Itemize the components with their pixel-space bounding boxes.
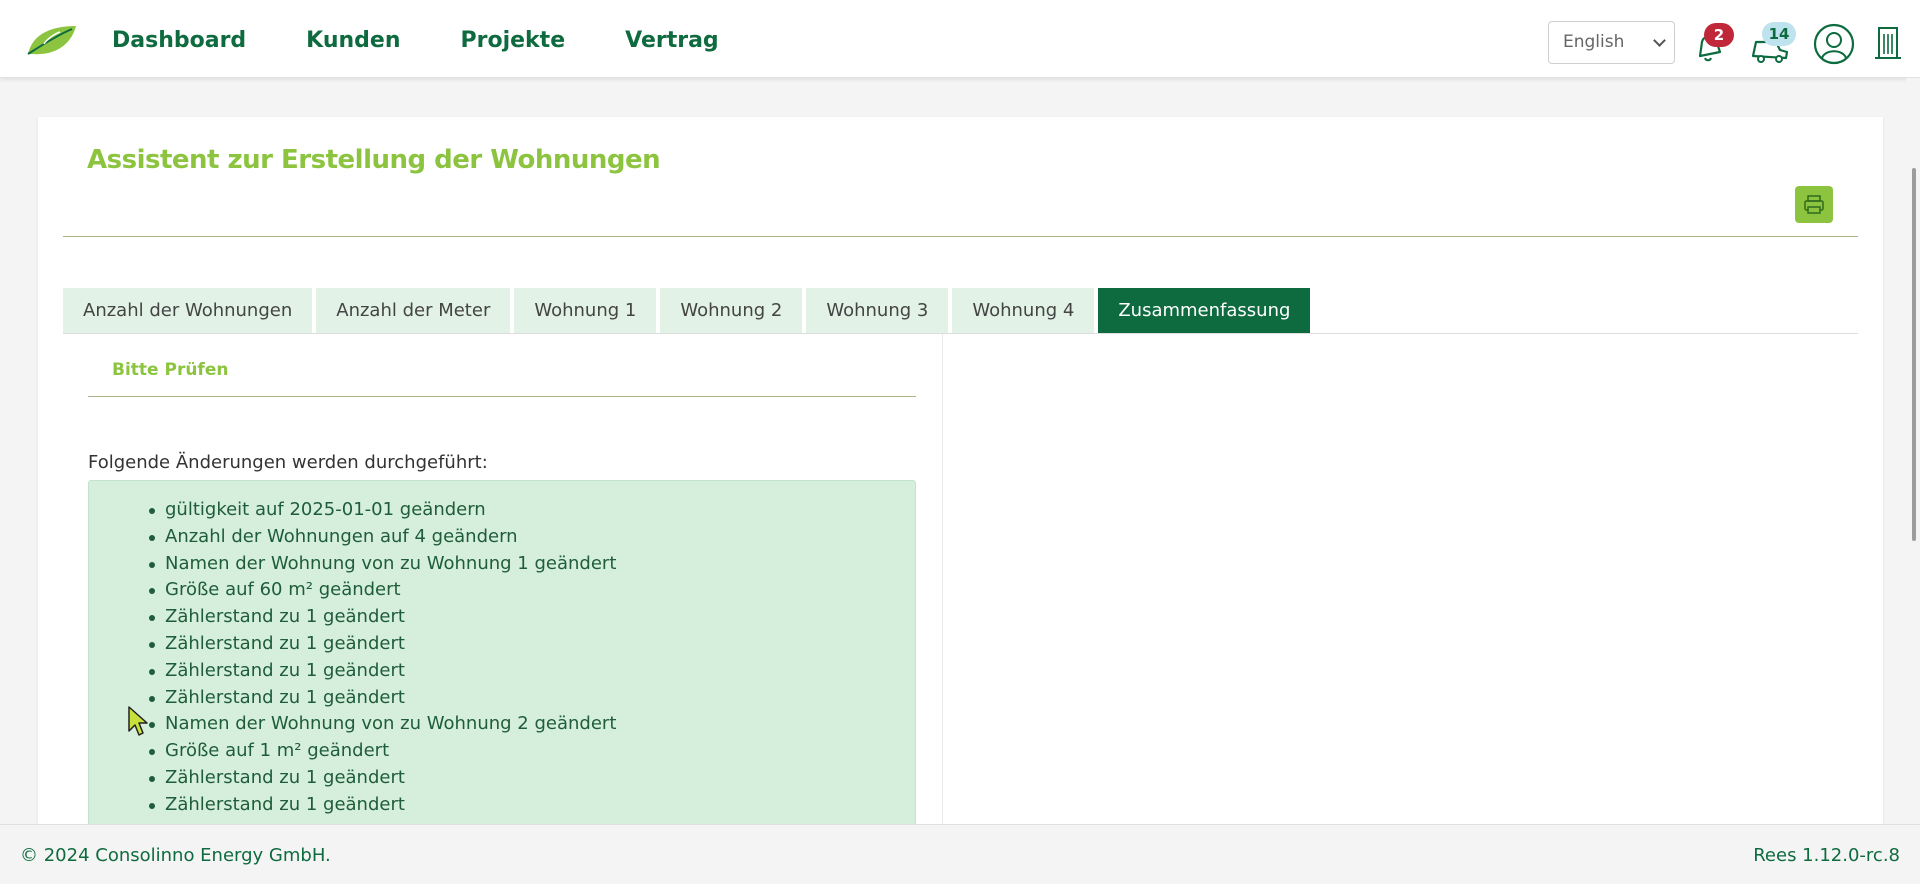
list-item: Zählerstand zu 1 geändert [149, 631, 915, 658]
list-item: Größe auf 1 m² geändert [149, 738, 915, 765]
notification-count-badge: 2 [1704, 23, 1734, 47]
page-title: Assistent zur Erstellung der Wohnungen [87, 145, 661, 175]
chevron-down-icon [1653, 34, 1666, 47]
messages-button[interactable]: 14 [1750, 22, 1796, 64]
tab-wohnung-4[interactable]: Wohnung 4 [952, 288, 1095, 333]
leaf-logo-icon[interactable] [24, 22, 78, 60]
list-item: Zählerstand zu 1 geändert [149, 765, 915, 792]
building-icon [1875, 27, 1901, 59]
user-icon [1813, 23, 1855, 65]
main-nav: Dashboard Kunden Projekte Vertrag [112, 28, 779, 53]
list-item: Größe auf 60 m² geändert [149, 577, 915, 604]
tab-wohnung-1[interactable]: Wohnung 1 [514, 288, 657, 333]
summary-panel: Bitte Prüfen Folgende Änderungen werden … [63, 334, 943, 840]
changes-box: gültigkeit auf 2025-01-01 geändern Anzah… [88, 480, 916, 840]
language-select-value: English [1563, 32, 1625, 52]
page-scrollbar[interactable] [1906, 78, 1920, 824]
language-select[interactable]: English [1548, 21, 1675, 64]
list-item: Zählerstand zu 1 geändert [149, 792, 915, 819]
footer-copyright: © 2024 Consolinno Energy GmbH. [20, 845, 331, 866]
nav-dashboard[interactable]: Dashboard [112, 28, 246, 53]
nav-vertrag[interactable]: Vertrag [625, 28, 719, 53]
tab-wohnung-2[interactable]: Wohnung 2 [660, 288, 803, 333]
nav-projekte[interactable]: Projekte [461, 28, 566, 53]
message-count-badge: 14 [1762, 22, 1796, 46]
changes-list: gültigkeit auf 2025-01-01 geändern Anzah… [89, 497, 915, 819]
list-item: Namen der Wohnung von zu Wohnung 1 geänd… [149, 551, 915, 578]
summary-divider [88, 396, 916, 397]
changes-intro: Folgende Änderungen werden durchgeführt: [88, 452, 488, 473]
list-item: gültigkeit auf 2025-01-01 geändern [149, 497, 915, 524]
list-item: Namen der Wohnung von zu Wohnung 2 geänd… [149, 711, 915, 738]
print-button[interactable] [1795, 186, 1833, 223]
list-item: Zählerstand zu 1 geändert [149, 685, 915, 712]
title-divider [63, 236, 1858, 237]
list-item: Zählerstand zu 1 geändert [149, 604, 915, 631]
profile-button[interactable] [1813, 23, 1855, 65]
footer-version: Rees 1.12.0-rc.8 [1753, 845, 1900, 866]
mouse-pointer-icon [128, 706, 148, 736]
scrollbar-thumb[interactable] [1912, 168, 1916, 541]
company-button[interactable] [1873, 24, 1903, 64]
wizard-card: Assistent zur Erstellung der Wohnungen A… [38, 117, 1883, 840]
tab-anzahl-wohnungen[interactable]: Anzahl der Wohnungen [63, 288, 313, 333]
top-navbar: Dashboard Kunden Projekte Vertrag Englis… [0, 0, 1920, 78]
nav-kunden[interactable]: Kunden [306, 28, 400, 53]
wizard-tabs: Anzahl der Wohnungen Anzahl der Meter Wo… [63, 288, 1314, 333]
printer-icon [1804, 195, 1824, 214]
page-footer: © 2024 Consolinno Energy GmbH. Rees 1.12… [0, 824, 1920, 884]
tab-wohnung-3[interactable]: Wohnung 3 [806, 288, 949, 333]
list-item: Anzahl der Wohnungen auf 4 geändern [149, 524, 915, 551]
list-item: Zählerstand zu 1 geändert [149, 658, 915, 685]
tab-zusammenfassung[interactable]: Zusammenfassung [1098, 288, 1311, 333]
notifications-button[interactable]: 2 [1692, 23, 1734, 64]
tab-anzahl-meter[interactable]: Anzahl der Meter [316, 288, 511, 333]
summary-heading: Bitte Prüfen [112, 360, 229, 380]
